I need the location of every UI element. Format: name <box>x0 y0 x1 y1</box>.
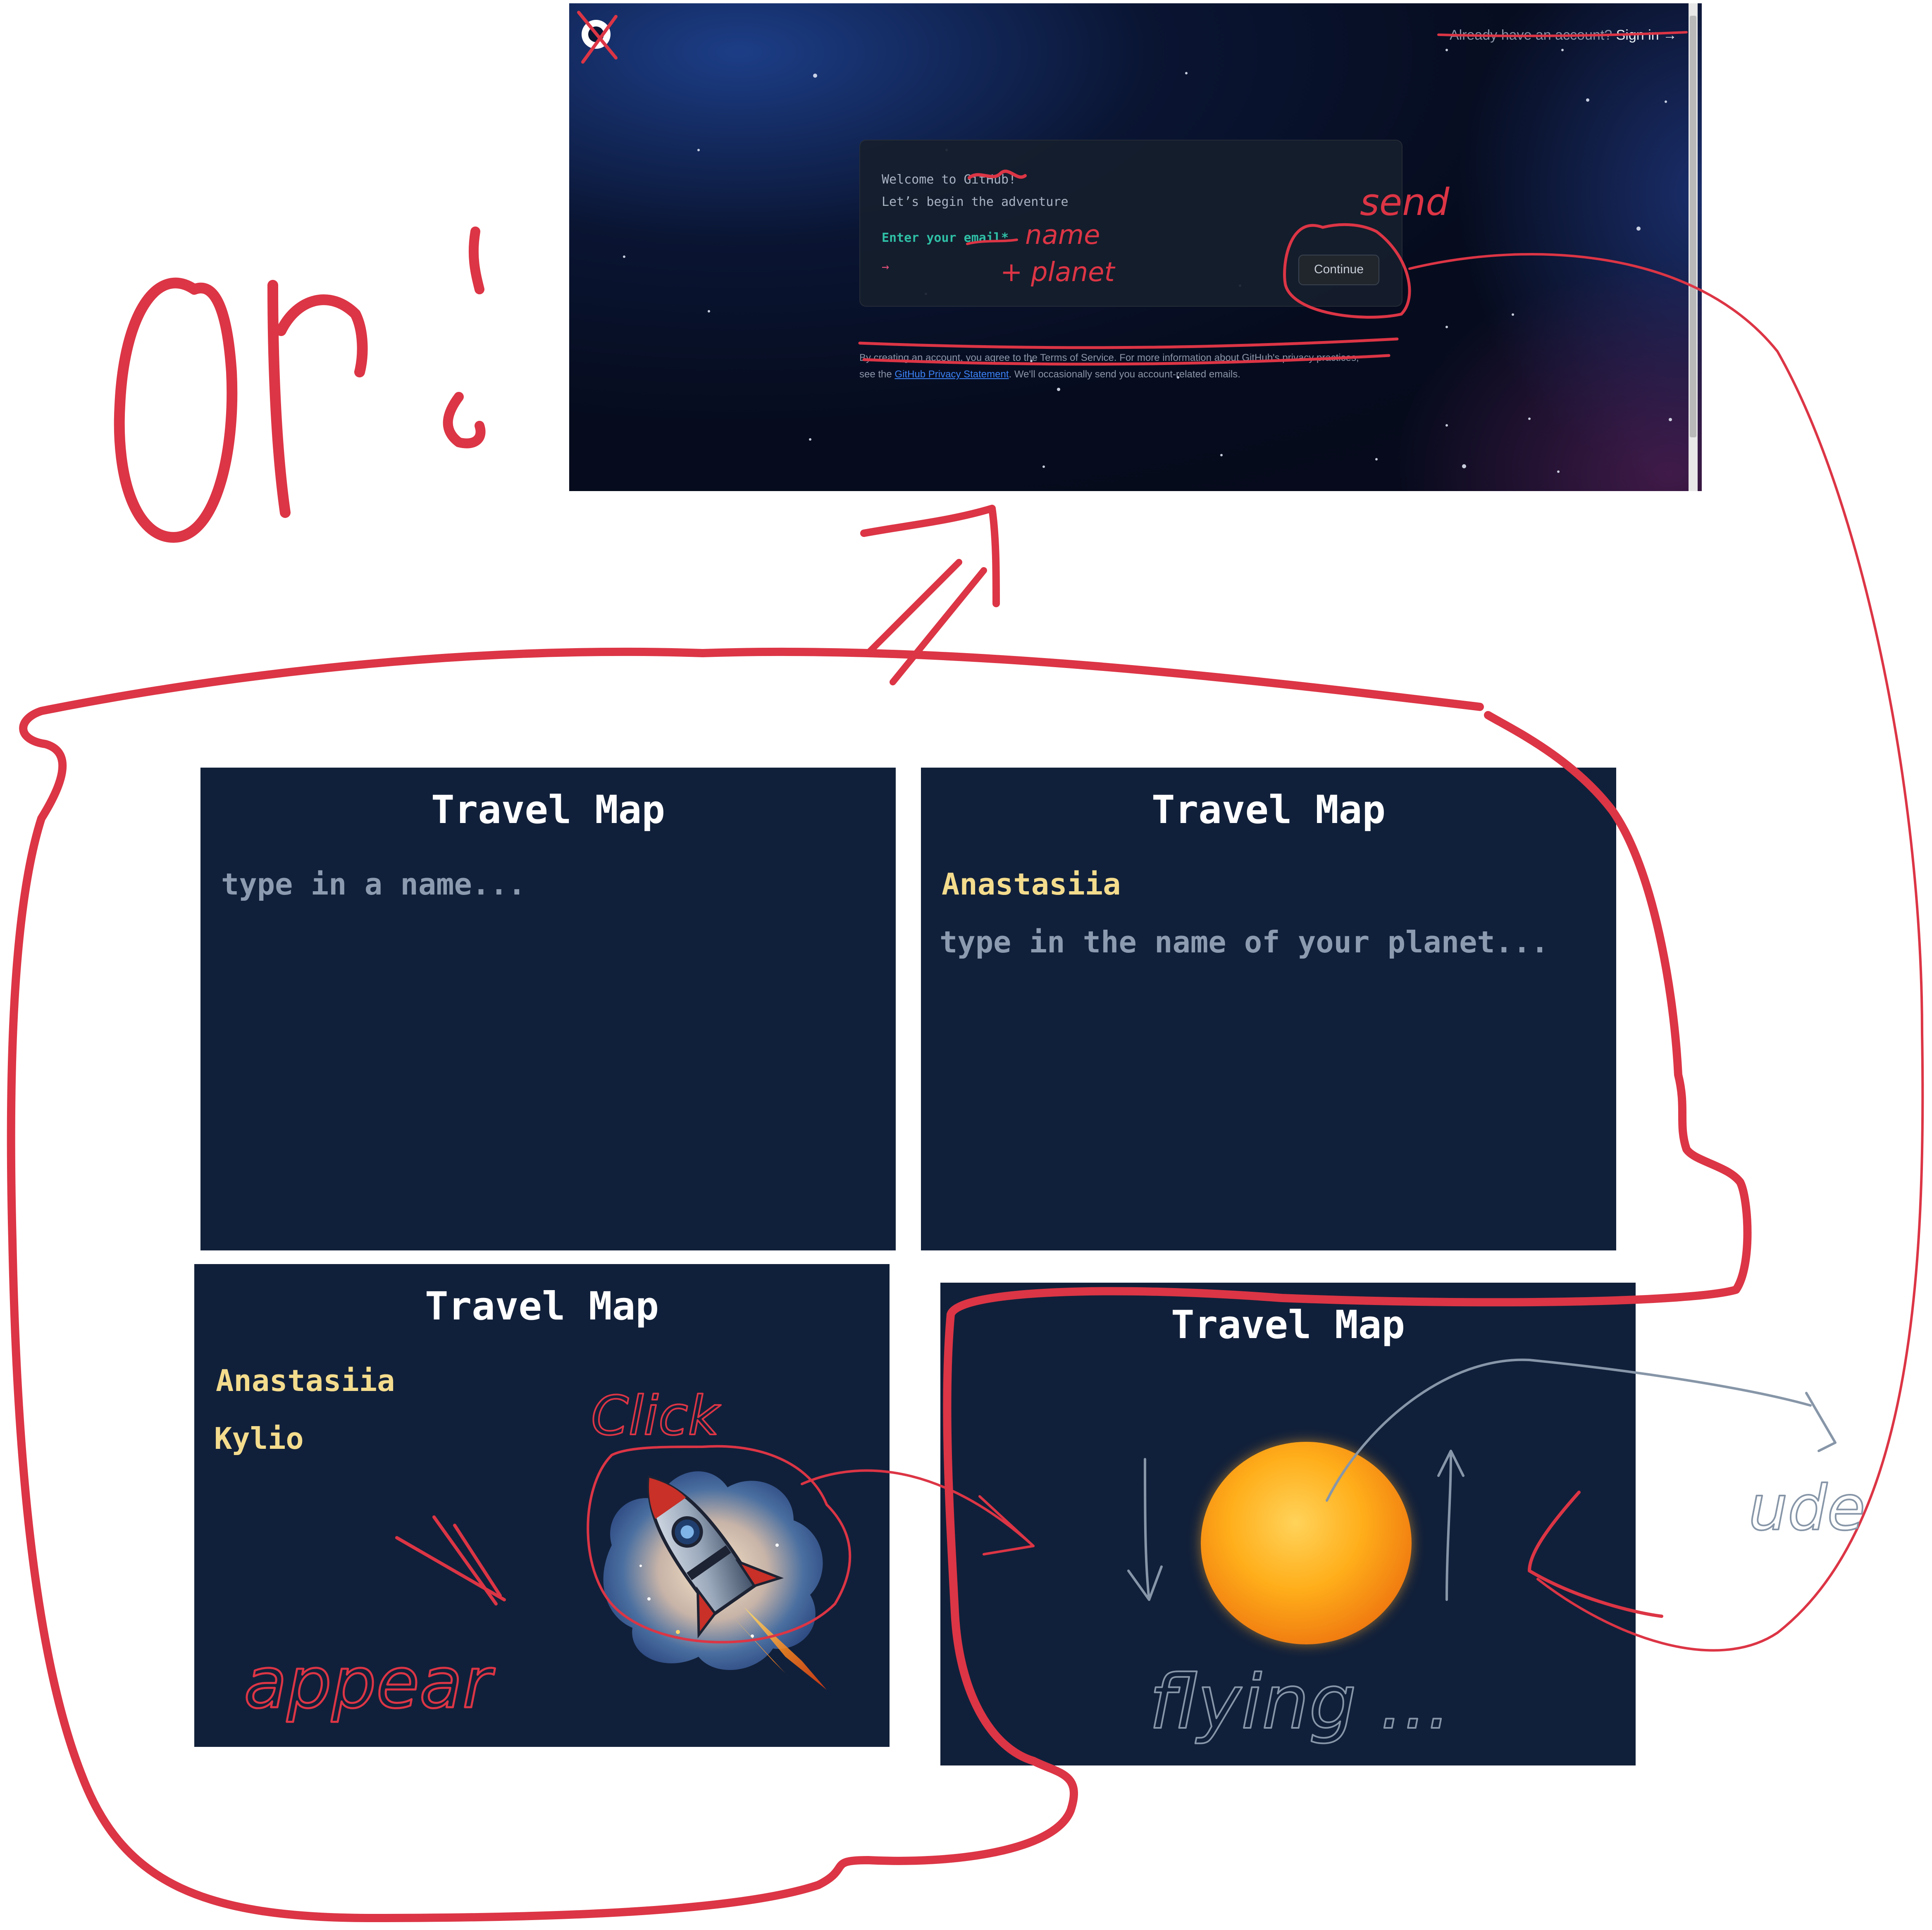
legal-suffix: . We'll occasionally send you account-re… <box>1009 369 1240 380</box>
privacy-statement-link[interactable]: GitHub Privacy Statement <box>894 369 1009 380</box>
welcome-line: Welcome to GitHub! <box>882 172 1016 187</box>
star <box>1057 388 1060 391</box>
welcome-text: Welcome to GitHub! Let’s begin the adven… <box>882 169 1069 213</box>
star <box>1462 464 1466 468</box>
planet-input[interactable]: type in the name of your planet... <box>940 925 1549 959</box>
legal-line: By creating an account, you agree to the… <box>859 352 1359 363</box>
name-input[interactable]: type in a name... <box>221 867 526 902</box>
star <box>1512 313 1514 316</box>
signin-prompt: Already have an account? <box>1449 27 1612 43</box>
sun-icon <box>1201 1442 1412 1644</box>
star <box>623 255 625 258</box>
continue-button[interactable]: Continue <box>1298 255 1379 285</box>
star <box>1220 454 1223 456</box>
star <box>1042 465 1045 468</box>
annotation-or-r <box>267 280 368 518</box>
star <box>1445 49 1448 51</box>
scrollbar[interactable] <box>1689 3 1698 491</box>
signin-row: Already have an account? Sign in → <box>1450 27 1677 43</box>
travel-map-step-flying: Travel Map <box>940 1283 1636 1765</box>
signup-screenshot: Already have an account? Sign in → Welco… <box>569 3 1702 491</box>
annotation-colon-top <box>468 227 484 294</box>
star <box>708 310 710 313</box>
legal-notice: By creating an account, you agree to the… <box>859 350 1413 383</box>
github-logo[interactable] <box>582 20 611 49</box>
annotation-or-o <box>114 277 238 543</box>
star <box>809 438 811 441</box>
travel-map-step-planet: Travel Map Anastasiia type in the name o… <box>921 768 1616 1250</box>
star <box>1561 49 1564 51</box>
scrollbar-thumb[interactable] <box>1690 16 1696 437</box>
star <box>1636 227 1641 231</box>
star <box>1445 326 1448 328</box>
entered-planet: Kylio <box>214 1421 304 1456</box>
panel-title: Travel Map <box>1171 1303 1405 1348</box>
star <box>1375 458 1378 460</box>
star <box>1185 72 1188 74</box>
legal-line-2: see the GitHub Privacy Statement. We'll … <box>859 366 1413 383</box>
entered-name: Anastasiia <box>942 867 1121 902</box>
rocket-icon[interactable] <box>579 1442 852 1706</box>
panel-title: Travel Map <box>431 787 665 833</box>
email-label: Enter your email* <box>882 231 1009 245</box>
star <box>1557 470 1560 473</box>
star <box>697 149 700 151</box>
background-glow-pink <box>1371 243 1702 491</box>
star <box>1669 418 1672 421</box>
entered-name: Anastasiia <box>216 1363 395 1398</box>
star <box>813 74 817 78</box>
annotation-arrow-shaft <box>865 559 987 685</box>
welcome-subline: Let’s begin the adventure <box>882 195 1069 209</box>
travel-map-step-name: Travel Map type in a name... <box>200 768 896 1250</box>
panel-title: Travel Map <box>425 1284 659 1329</box>
star <box>1586 98 1589 102</box>
star <box>1528 417 1531 420</box>
star <box>1445 424 1448 427</box>
annotation-colon-bottom <box>443 392 486 449</box>
annotation-arrow-head <box>860 505 1000 607</box>
star <box>1665 100 1667 103</box>
travel-map-step-rocket: Travel Map Anastasiia Kylio <box>194 1264 890 1747</box>
sketch-canvas: Already have an account? Sign in → Welco… <box>0 0 1932 1930</box>
legal-prefix: see the <box>859 369 895 380</box>
signin-link[interactable]: Sign in → <box>1616 27 1677 43</box>
email-input[interactable]: → <box>882 260 889 274</box>
signup-card: Welcome to GitHub! Let’s begin the adven… <box>859 140 1402 307</box>
panel-title: Travel Map <box>1152 787 1386 833</box>
annotation-ude: ude <box>1748 1472 1865 1544</box>
